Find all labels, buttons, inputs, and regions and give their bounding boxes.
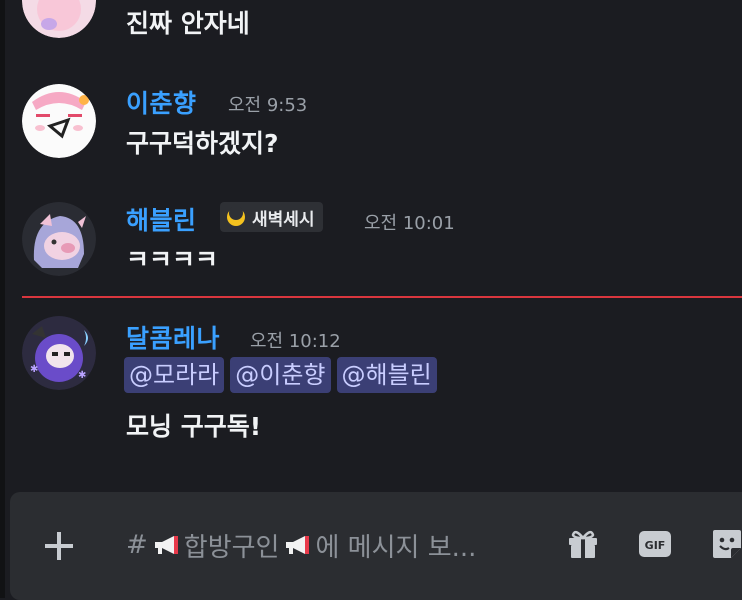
mention-chip[interactable]: @해블린 [336,357,437,393]
message-input[interactable]: # 합방구인 에 메시지 보... [126,527,476,563]
channel-name: 합방구인 [183,532,280,563]
channel-prefix: # [126,530,148,560]
svg-text:GIF: GIF [645,539,666,552]
role-badge[interactable]: 새벽세시 [220,202,323,232]
megaphone-icon [283,534,311,556]
add-attachment-button[interactable] [40,527,78,565]
new-messages-divider [22,296,742,298]
placeholder-suffix: 에 메시지 보... [315,532,477,563]
role-badge-label: 새벽세시 [252,209,315,230]
user-avatar[interactable] [22,0,96,38]
add-icon [45,532,73,560]
svg-text:✱: ✱ [30,364,38,375]
svg-text:✱: ✱ [78,370,86,381]
mention-list: @모라라 @이춘향 @해블린 [124,357,437,393]
user-avatar[interactable] [22,202,96,276]
username[interactable]: 해블린 [126,201,197,237]
user-avatar[interactable]: ✱ ✱ [22,316,96,390]
gif-button[interactable]: GIF [637,526,673,562]
username[interactable]: 달콤레나 [126,319,220,355]
mention-chip[interactable]: @모라라 [124,357,225,393]
gift-button[interactable] [565,526,601,562]
username[interactable]: 이춘향 [126,84,197,120]
left-edge [0,0,5,598]
megaphone-icon [152,534,180,556]
gift-icon [569,530,597,558]
message-text: 구구덕하겠지? [126,129,279,158]
sticker-button[interactable] [709,526,742,562]
sticker-icon [713,530,741,558]
timestamp: 오전 10:01 [364,213,455,234]
message-text: 진짜 안자네 [126,9,250,38]
message-text: ㅋㅋㅋㅋ [126,245,219,274]
timestamp: 오전 9:53 [228,95,308,116]
gif-icon: GIF [639,531,671,557]
moon-icon [227,207,245,226]
user-avatar[interactable] [22,84,96,158]
mention-chip[interactable]: @이춘향 [230,357,331,393]
message-text: 모닝 구구독! [126,412,262,441]
timestamp: 오전 10:12 [250,331,341,352]
